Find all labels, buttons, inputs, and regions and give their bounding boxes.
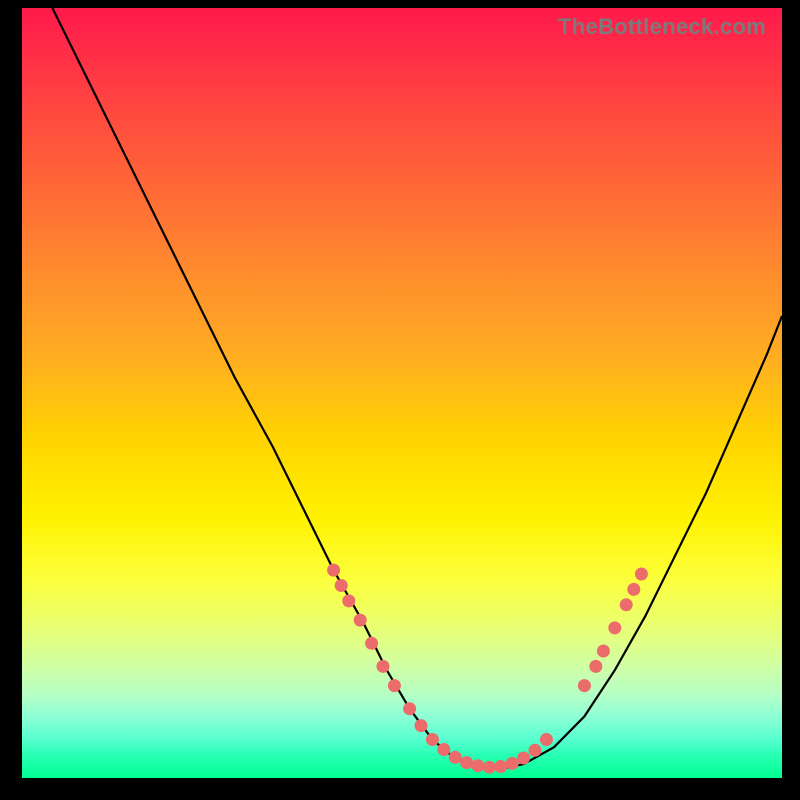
- highlight-dot: [335, 579, 348, 592]
- highlight-dot: [578, 679, 591, 692]
- highlight-dot: [388, 679, 401, 692]
- highlight-dot: [506, 757, 519, 770]
- highlight-dot: [589, 660, 602, 673]
- highlight-dot: [377, 660, 390, 673]
- highlight-dot: [635, 568, 648, 581]
- highlight-dot: [354, 614, 367, 627]
- highlight-dot: [494, 760, 507, 773]
- plot-area: TheBottleneck.com: [22, 8, 782, 778]
- highlight-dot: [403, 702, 416, 715]
- highlight-dot: [540, 733, 553, 746]
- highlight-dots: [327, 564, 648, 774]
- highlight-dot: [437, 743, 450, 756]
- highlight-dot: [472, 759, 485, 772]
- highlight-dot: [627, 583, 640, 596]
- watermark: TheBottleneck.com: [558, 14, 766, 40]
- curve-layer: [22, 8, 782, 778]
- highlight-dot: [620, 598, 633, 611]
- chart-stage: TheBottleneck.com: [0, 0, 800, 800]
- bottleneck-curve: [52, 8, 782, 769]
- highlight-dot: [529, 744, 542, 757]
- highlight-dot: [426, 733, 439, 746]
- highlight-dot: [597, 645, 610, 658]
- highlight-dot: [415, 719, 428, 732]
- highlight-dot: [517, 752, 530, 765]
- highlight-dot: [483, 761, 496, 774]
- highlight-dot: [460, 756, 473, 769]
- highlight-dot: [608, 621, 621, 634]
- highlight-dot: [449, 751, 462, 764]
- highlight-dot: [327, 564, 340, 577]
- highlight-dot: [342, 594, 355, 607]
- highlight-dot: [365, 637, 378, 650]
